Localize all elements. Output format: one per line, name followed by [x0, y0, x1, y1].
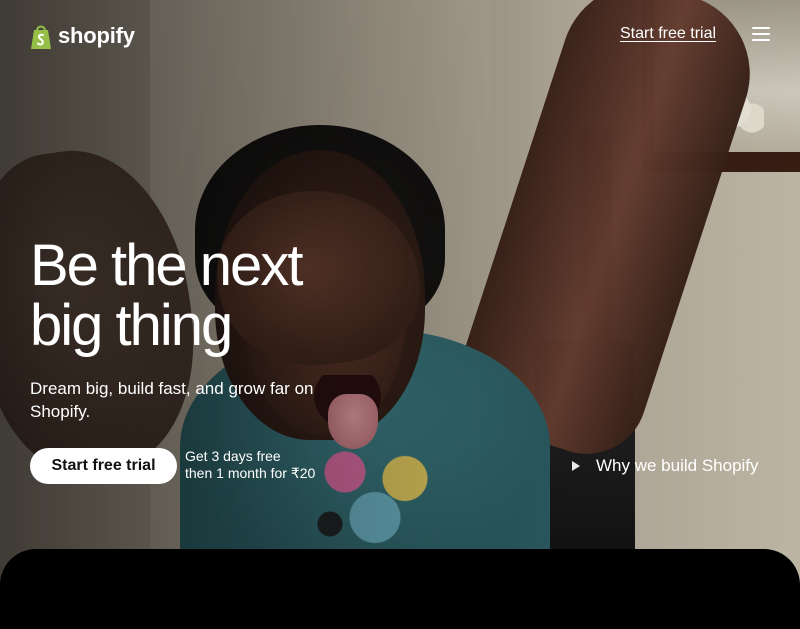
- menu-bar: [752, 27, 770, 29]
- hero-title-line1: Be the next: [30, 233, 303, 298]
- shopping-bag-icon: [31, 25, 51, 49]
- menu-bar: [752, 39, 770, 41]
- hero-title-line2: big thing: [30, 293, 233, 358]
- why-we-build-label: Why we build Shopify: [596, 456, 759, 475]
- start-free-trial-button[interactable]: Start free trial: [30, 448, 177, 484]
- hero-subtitle: Dream big, build fast, and grow far on S…: [30, 379, 314, 421]
- trial-offer-text: Get 3 days free then 1 month for ₹20: [185, 448, 375, 482]
- top-navigation: shopify Start free trial: [0, 0, 800, 70]
- offer-line-1: Get 3 days free: [185, 448, 281, 464]
- play-icon: [572, 461, 580, 471]
- shopify-logo-link[interactable]: shopify: [30, 20, 135, 52]
- logo-wordmark: shopify: [58, 23, 135, 48]
- cta-row: Start free trial Get 3 days free then 1 …: [30, 448, 370, 484]
- offer-line-2: then 1 month for ₹20: [185, 465, 316, 481]
- nav-start-free-trial-link[interactable]: Start free trial: [620, 25, 716, 43]
- menu-bar: [752, 33, 770, 35]
- bottom-content-panel: [0, 549, 800, 629]
- why-we-build-video-link[interactable]: Why we build Shopify: [572, 455, 759, 477]
- hero-title: Be the next big thing: [30, 236, 450, 356]
- hamburger-menu-icon[interactable]: [752, 26, 770, 42]
